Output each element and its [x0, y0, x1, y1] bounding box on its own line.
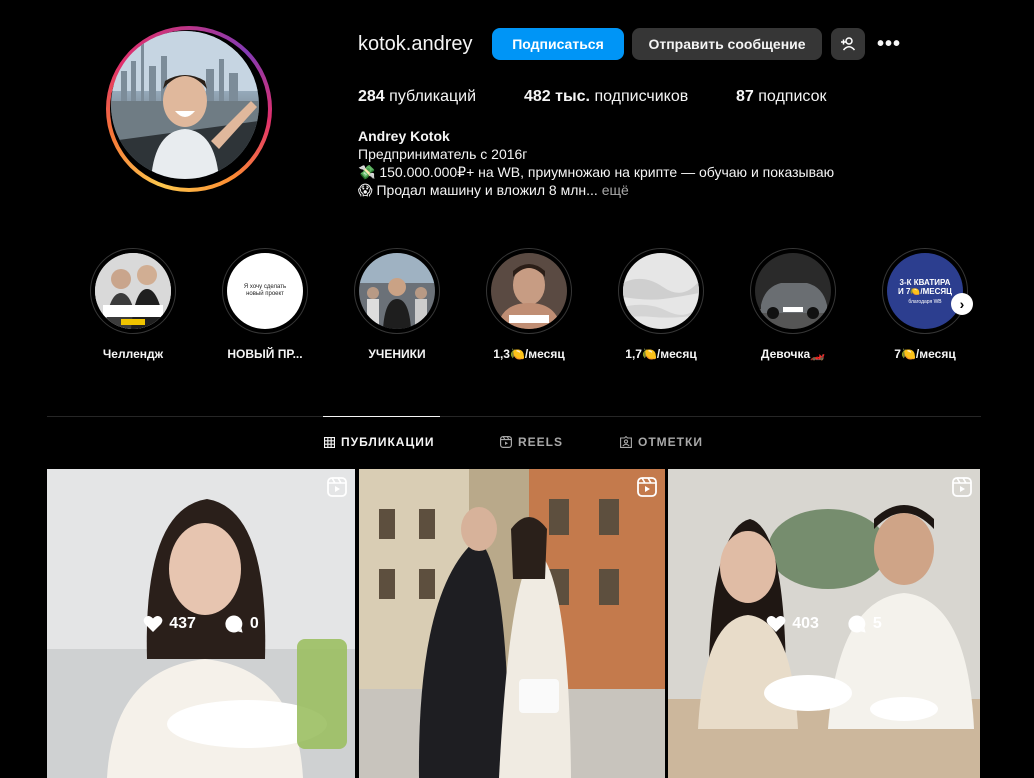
send-message-button[interactable]: Отправить сообщение	[632, 28, 822, 60]
highlight-label: 7🍋/месяц	[894, 347, 956, 361]
heart-icon	[143, 615, 163, 632]
bio: Andrey Kotok Предприниматель с 2016г 💸 1…	[358, 127, 834, 199]
more-options-icon[interactable]: •••	[876, 30, 902, 58]
highlight-label: 1,3🍋/месяц	[493, 347, 565, 361]
highlight-label: Девочка🏎️	[760, 347, 826, 361]
post-stats-overlay: 437 0	[47, 469, 355, 778]
reels-icon	[500, 436, 512, 448]
posts-label: публикаций	[389, 88, 477, 105]
profile-avatar[interactable]	[106, 26, 272, 192]
highlight-cover-text: Я хочу сделать новый проект	[243, 284, 287, 297]
tagged-icon	[620, 436, 632, 448]
tab-posts-label: ПУБЛИКАЦИИ	[341, 435, 435, 449]
post-comments-count: 5	[872, 614, 882, 632]
tab-reels[interactable]: REELS	[500, 435, 563, 449]
highlight-cover	[491, 253, 567, 329]
post-tile[interactable]: 403 5	[668, 469, 980, 778]
post-image	[359, 469, 665, 778]
highlight-cover-line-1: 3-К КВАТИРА	[899, 277, 951, 287]
posts-stat: 284 публикаций	[358, 88, 476, 106]
highlight-1-3-month[interactable]: 1,3🍋/месяц	[477, 248, 581, 361]
post-likes: 437	[143, 615, 196, 633]
bio-line-3: 😱 Продал машину и вложил 8 млн... ещё	[358, 181, 834, 199]
followers-label: подписчиков	[594, 88, 689, 105]
highlight-cover: Я хочу сделать новый проект	[227, 253, 303, 329]
full-name: Andrey Kotok	[358, 128, 450, 144]
highlight-cover-line-2: И 7🍋/МЕСЯЦ	[898, 286, 952, 296]
post-likes-count: 437	[169, 614, 196, 632]
reels-icon	[637, 477, 657, 497]
follow-button[interactable]: Подписаться	[492, 28, 624, 60]
username: kotok.andrey	[358, 33, 473, 55]
following-count: 87	[736, 88, 754, 105]
highlight-cover	[95, 253, 171, 329]
highlight-cover-line-3: благодаря WB	[908, 298, 942, 305]
highlight-1-7-month[interactable]: 1,7🍋/месяц	[609, 248, 713, 361]
highlight-label: Челлендж	[102, 347, 164, 361]
tabs-divider	[47, 416, 981, 417]
post-likes: 403	[766, 615, 819, 633]
post-comments: 5	[847, 614, 882, 634]
highlight-cover: 3-К КВАТИРА И 7🍋/МЕСЯЦ благодаря WB	[887, 253, 963, 329]
post-comments: 0	[224, 614, 259, 634]
suggested-users-button[interactable]	[831, 28, 865, 60]
avatar-photo-art	[111, 31, 259, 179]
comment-icon	[848, 614, 866, 633]
highlight-label: УЧЕНИКИ	[368, 347, 426, 361]
add-user-icon	[841, 37, 856, 51]
heart-icon	[766, 615, 786, 632]
grid-icon	[324, 436, 335, 448]
highlight-students[interactable]: УЧЕНИКИ	[345, 248, 449, 361]
following-label: подписок	[758, 88, 827, 105]
post-tile[interactable]	[359, 469, 665, 778]
bio-line-2: 💸 150.000.000₽+ на WB, приумножаю на кри…	[358, 164, 835, 180]
tab-tagged[interactable]: ОТМЕТКИ	[620, 435, 703, 449]
bio-more-link[interactable]: ещё	[598, 182, 629, 198]
tab-reels-label: REELS	[518, 435, 564, 449]
highlight-girl[interactable]: Девочка🏎️	[741, 248, 845, 361]
post-stats-overlay: 403 5	[668, 469, 980, 778]
following-stat[interactable]: 87 подписок	[736, 88, 826, 106]
bio-line-1: Предприниматель с 2016г	[358, 146, 528, 162]
followers-count: 482 тыс.	[524, 88, 590, 105]
bio-line-3-text: 😱 Продал машину и вложил 8 млн...	[358, 182, 598, 198]
highlight-cover	[359, 253, 435, 329]
avatar-photo	[111, 31, 259, 179]
post-comments-count: 0	[249, 614, 259, 632]
post-tile[interactable]: 437 0	[47, 469, 355, 778]
highlight-label: 1,7🍋/месяц	[625, 347, 697, 361]
highlight-challenge[interactable]: Челлендж	[81, 248, 185, 361]
highlight-label: НОВЫЙ ПР...	[227, 347, 303, 361]
tab-posts[interactable]: ПУБЛИКАЦИИ	[324, 435, 434, 449]
tab-tagged-label: ОТМЕТКИ	[638, 435, 703, 449]
followers-stat[interactable]: 482 тыс. подписчиков	[524, 88, 688, 106]
post-likes-count: 403	[792, 614, 819, 632]
comment-icon	[225, 614, 243, 633]
active-tab-indicator	[323, 416, 440, 417]
posts-count: 284	[358, 88, 385, 105]
highlight-cover	[755, 253, 831, 329]
highlight-new-project[interactable]: Я хочу сделать новый проект НОВЫЙ ПР...	[213, 248, 317, 361]
chevron-right-icon[interactable]: ›	[951, 293, 973, 315]
highlight-cover	[623, 253, 699, 329]
